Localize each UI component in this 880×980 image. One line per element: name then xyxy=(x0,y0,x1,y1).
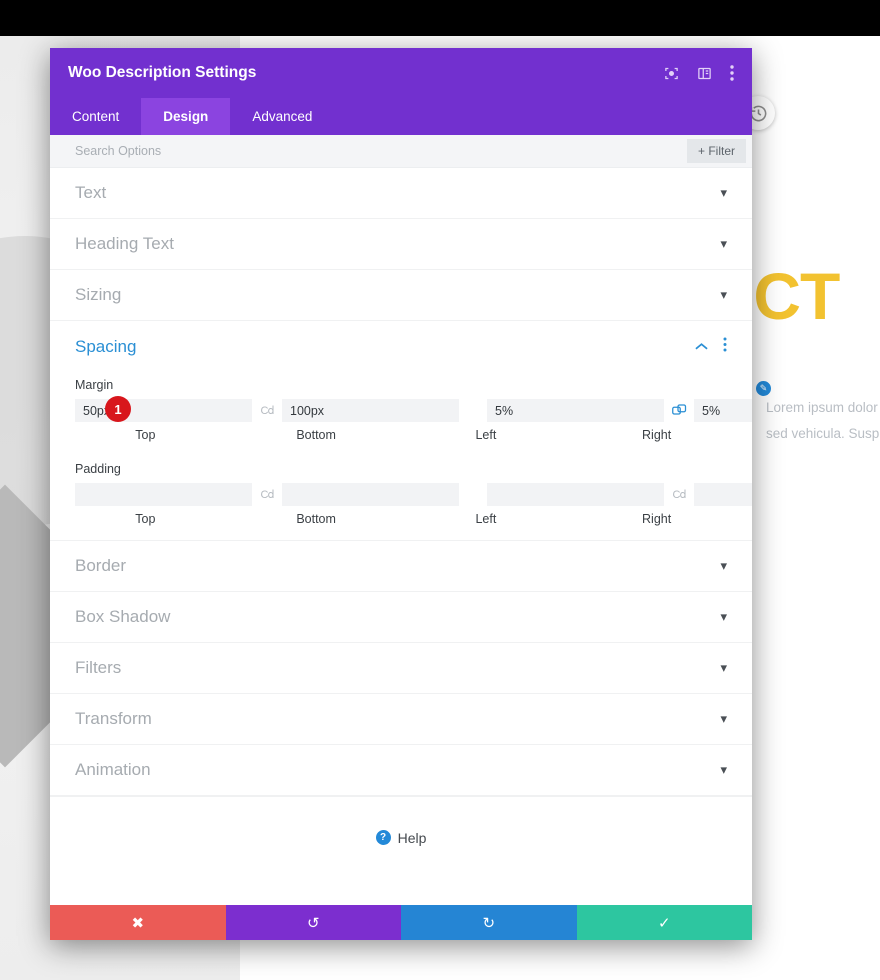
more-vertical-icon[interactable] xyxy=(730,65,734,81)
help-area[interactable]: ? Help xyxy=(50,796,752,878)
modal-header-icons xyxy=(664,65,734,81)
link-broken-icon[interactable]: Cⅾ xyxy=(664,488,694,501)
padding-right-input[interactable] xyxy=(694,483,752,506)
margin-left-sublabel: Left xyxy=(475,428,497,442)
chevron-down-icon: ▾ xyxy=(720,660,727,675)
padding-bottom-sublabel: Bottom xyxy=(296,512,336,526)
chevron-down-icon: ▾ xyxy=(720,711,727,726)
padding-label: Padding xyxy=(75,462,121,476)
margin-bottom-input[interactable] xyxy=(282,399,459,422)
product-description: Lorem ipsum dolor sit amet, sed vehicula… xyxy=(766,395,880,447)
chevron-down-icon: ▾ xyxy=(720,609,727,624)
chevron-down-icon: ▾ xyxy=(720,236,727,251)
filter-button[interactable]: + Filter xyxy=(686,139,746,163)
modal-title: Woo Description Settings xyxy=(68,64,257,81)
section-spacing-label: Spacing xyxy=(75,336,137,356)
chevron-down-icon: ▾ xyxy=(720,558,727,573)
padding-inputs-row: Cⅾ Cⅾ xyxy=(50,482,752,507)
padding-top-input[interactable] xyxy=(75,483,252,506)
save-button[interactable]: ✓ xyxy=(576,905,752,940)
padding-bottom-input[interactable] xyxy=(282,483,459,506)
settings-modal: Woo Description Settings Content Design … xyxy=(50,48,752,940)
margin-inputs-row: 1 Cⅾ xyxy=(50,396,752,423)
tab-content[interactable]: Content xyxy=(50,98,141,135)
search-input[interactable] xyxy=(75,144,687,158)
step-badge-1: 1 xyxy=(105,396,131,422)
section-transform[interactable]: Transform ▾ xyxy=(50,694,752,745)
section-sizing-label: Sizing xyxy=(75,285,122,304)
margin-right-input[interactable] xyxy=(694,399,752,422)
tab-design[interactable]: Design xyxy=(141,98,231,135)
section-border-label: Border xyxy=(75,556,127,575)
description-line-1: Lorem ipsum dolor sit amet, xyxy=(766,400,880,415)
cancel-button[interactable]: ✖ xyxy=(50,905,226,940)
section-animation[interactable]: Animation ▾ xyxy=(50,745,752,796)
margin-top-input[interactable] xyxy=(75,399,252,422)
section-transform-label: Transform xyxy=(75,709,152,728)
tab-advanced[interactable]: Advanced xyxy=(230,98,334,135)
modal-header: Woo Description Settings xyxy=(50,48,752,98)
padding-top-sublabel: Top xyxy=(135,512,156,526)
undo-button[interactable]: ↺ xyxy=(225,905,401,940)
layout-columns-icon[interactable] xyxy=(697,66,712,81)
section-text[interactable]: Text ▾ xyxy=(50,168,752,219)
chevron-down-icon: ▾ xyxy=(720,762,727,777)
margin-sublabels: Top Bottom Left Right xyxy=(50,428,752,442)
section-heading-text-label: Heading Text xyxy=(75,234,174,253)
redo-button[interactable]: ↻ xyxy=(401,905,577,940)
search-bar: + Filter xyxy=(50,135,752,168)
chevron-down-icon: ▾ xyxy=(720,287,727,302)
margin-top-sublabel: Top xyxy=(135,428,156,442)
margin-left-input[interactable] xyxy=(487,399,664,422)
section-animation-label: Animation xyxy=(75,760,151,779)
link-broken-icon[interactable]: Cⅾ xyxy=(252,404,282,417)
chevron-down-icon: ▾ xyxy=(720,185,727,200)
modal-footer: ✖ ↺ ↻ ✓ xyxy=(50,905,752,940)
margin-right-sublabel: Right xyxy=(642,428,672,442)
modal-body: Text ▾ Heading Text ▾ Sizing ▾ Spacing M… xyxy=(50,168,752,905)
section-border[interactable]: Border ▾ xyxy=(50,541,752,592)
section-filters-label: Filters xyxy=(75,658,122,677)
link-connected-icon[interactable] xyxy=(664,403,694,419)
margin-label: Margin xyxy=(75,378,114,392)
padding-left-input[interactable] xyxy=(487,483,664,506)
pencil-icon[interactable]: ✎ xyxy=(756,381,771,396)
section-text-label: Text xyxy=(75,183,107,202)
focus-target-icon[interactable] xyxy=(664,66,679,81)
padding-right-sublabel: Right xyxy=(642,512,672,526)
modal-tabbar: Content Design Advanced xyxy=(50,98,752,135)
section-spacing: Spacing Margin 1 C xyxy=(50,321,752,541)
padding-left-sublabel: Left xyxy=(475,512,497,526)
section-sizing[interactable]: Sizing ▾ xyxy=(50,270,752,321)
chevron-up-icon[interactable] xyxy=(695,338,708,356)
more-vertical-icon[interactable] xyxy=(723,337,727,357)
help-label: Help xyxy=(397,829,427,846)
section-spacing-header[interactable]: Spacing xyxy=(50,321,752,372)
description-line-2: sed vehicula. Suspendisse xyxy=(766,426,880,441)
section-box-shadow[interactable]: Box Shadow ▾ xyxy=(50,592,752,643)
section-box-shadow-label: Box Shadow xyxy=(75,607,171,626)
link-broken-icon[interactable]: Cⅾ xyxy=(252,488,282,501)
section-heading-text[interactable]: Heading Text ▾ xyxy=(50,219,752,270)
section-filters[interactable]: Filters ▾ xyxy=(50,643,752,694)
question-circle-icon: ? xyxy=(375,830,391,845)
margin-bottom-sublabel: Bottom xyxy=(296,428,336,442)
padding-sublabels: Top Bottom Left Right xyxy=(50,512,752,526)
